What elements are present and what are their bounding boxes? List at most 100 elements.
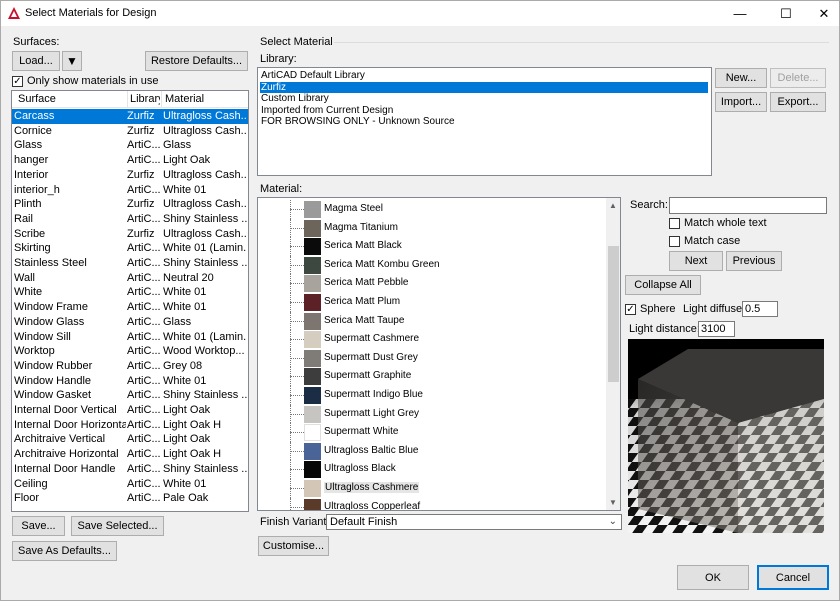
match-whole-text-checkbox[interactable] <box>669 218 680 229</box>
surface-row[interactable]: Interior Zurfiz Ultragloss Cash... <box>12 168 248 183</box>
finish-variant-select[interactable]: Default Finish ⌄ <box>326 514 622 530</box>
material-item[interactable]: Supermatt Light Grey <box>258 404 618 424</box>
surface-library: ArtiC... <box>127 389 161 402</box>
material-item[interactable]: Serica Matt Plum <box>258 293 618 312</box>
next-button[interactable]: Next <box>669 251 723 271</box>
load-dropdown-button[interactable]: ▼ <box>62 51 82 71</box>
surface-row[interactable]: Worktop ArtiC... Wood Worktop... <box>12 344 248 359</box>
save-button[interactable]: Save... <box>12 516 65 536</box>
material-item[interactable]: Supermatt Indigo Blue <box>258 386 618 405</box>
library-item[interactable]: Zurfiz <box>260 81 708 94</box>
surface-row[interactable]: Window Handle ArtiC... White 01 <box>12 374 248 389</box>
surface-row[interactable]: Window Sill ArtiC... White 01 (Lamin... <box>12 330 248 345</box>
sphere-checkbox[interactable]: ✓ <box>625 304 636 315</box>
library-item[interactable]: ArtiCAD Default Library <box>260 70 708 82</box>
surface-row[interactable]: interior_h ArtiC... White 01 <box>12 183 248 198</box>
material-item[interactable]: Serica Matt Taupe <box>258 311 618 331</box>
material-item[interactable]: Magma Steel <box>258 200 618 219</box>
surface-row[interactable]: Window Rubber ArtiC... Grey 08 <box>12 359 248 374</box>
previous-button[interactable]: Previous <box>726 251 782 271</box>
save-selected-button[interactable]: Save Selected... <box>71 516 164 536</box>
surface-name: hanger <box>14 154 49 167</box>
material-item[interactable]: Supermatt White <box>258 423 618 442</box>
surfaces-table[interactable]: Surface Library Material Carcass Zurfiz Ul… <box>11 90 249 512</box>
save-as-defaults-button[interactable]: Save As Defaults... <box>12 541 117 561</box>
delete-library-button[interactable]: Delete... <box>770 68 826 88</box>
surface-name: Skirting <box>14 242 51 255</box>
material-item[interactable]: Supermatt Graphite <box>258 367 618 386</box>
ok-button[interactable]: OK <box>677 565 749 590</box>
customise-button[interactable]: Customise... <box>258 536 329 556</box>
material-swatch <box>304 480 321 497</box>
search-input[interactable] <box>669 197 827 214</box>
material-item[interactable]: Serica Matt Black <box>258 237 618 256</box>
material-item[interactable]: Ultragloss Copperleaf <box>258 497 618 510</box>
library-item[interactable]: FOR BROWSING ONLY - Unknown Source <box>260 116 708 128</box>
surface-row[interactable]: Internal Door Vertical ArtiC... Light Oak <box>12 403 248 418</box>
scroll-up-arrow-icon[interactable]: ▲ <box>609 201 617 210</box>
surface-row[interactable]: Cornice Zurfiz Ultragloss Cash... <box>12 124 248 139</box>
library-item[interactable]: Imported from Current Design <box>260 105 708 117</box>
light-diffuse-input[interactable]: 0.5 <box>742 301 778 317</box>
new-library-button[interactable]: New... <box>715 68 767 88</box>
match-case-checkbox[interactable] <box>669 236 680 247</box>
surface-row[interactable]: Rail ArtiC... Shiny Stainless ... <box>12 212 248 227</box>
surface-row[interactable]: Wall ArtiC... Neutral 20 <box>12 271 248 286</box>
material-item[interactable]: Serica Matt Kombu Green <box>258 255 618 275</box>
column-header-library[interactable]: Library <box>130 93 160 105</box>
surface-row[interactable]: Stainless Steel ArtiC... Shiny Stainless .… <box>12 256 248 271</box>
surface-row[interactable]: Floor ArtiC... Pale Oak <box>12 491 248 506</box>
cancel-button[interactable]: Cancel <box>757 565 829 590</box>
tree-connector-line <box>290 320 304 322</box>
material-item[interactable]: Supermatt Cashmere <box>258 330 618 349</box>
surface-row[interactable]: Internal Door Handle ArtiC... Shiny Stainl… <box>12 462 248 477</box>
surface-material: Shiny Stainless ... <box>163 257 247 269</box>
import-library-button[interactable]: Import... <box>715 92 767 112</box>
surface-row[interactable]: hanger ArtiC... Light Oak <box>12 153 248 168</box>
surface-row[interactable]: Architraive Horizontal ArtiC... Light Oak … <box>12 447 248 462</box>
surface-row[interactable]: Carcass Zurfiz Ultragloss Cash... <box>12 109 248 124</box>
surface-row[interactable]: Ceiling ArtiC... White 01 <box>12 477 248 492</box>
only-in-use-checkbox[interactable]: ✓ <box>12 76 23 87</box>
load-button[interactable]: Load... <box>12 51 60 71</box>
surface-library: Zurfiz <box>127 124 155 137</box>
library-item[interactable]: Custom Library <box>260 93 708 105</box>
surface-row[interactable]: Architraive Vertical ArtiC... Light Oak <box>12 432 248 447</box>
material-item[interactable]: Ultragloss Black <box>258 460 618 479</box>
surface-row[interactable]: Plinth Zurfiz Ultragloss Cash... <box>12 197 248 212</box>
surface-material: Ultragloss Cash... <box>163 168 247 181</box>
column-header-surface[interactable]: Surface <box>18 93 56 105</box>
material-tree[interactable]: Magma Steel Magma Titanium Serica Matt Bla… <box>257 197 621 511</box>
maximize-button[interactable]: ☐ <box>771 1 801 26</box>
surface-name: Architraive Vertical <box>14 433 106 446</box>
surface-row[interactable]: Window Frame ArtiC... White 01 <box>12 300 248 315</box>
light-distance-input[interactable]: 3100 <box>698 321 735 337</box>
surface-row[interactable]: White ArtiC... White 01 <box>12 285 248 300</box>
column-header-material[interactable]: Material <box>165 93 204 105</box>
collapse-all-button[interactable]: Collapse All <box>625 275 701 295</box>
minimize-button[interactable]: — <box>725 1 755 26</box>
surface-row[interactable]: Skirting ArtiC... White 01 (Lamin... <box>12 241 248 256</box>
surface-library: ArtiC... <box>127 477 161 490</box>
material-tree-scrollbar[interactable]: ▲ ▼ <box>606 198 620 510</box>
surface-row[interactable]: Internal Door Horizontal ArtiC... Light Oa… <box>12 418 248 433</box>
surface-row[interactable]: Window Glass ArtiC... Glass <box>12 315 248 330</box>
surface-library: ArtiC... <box>127 154 161 167</box>
restore-defaults-button[interactable]: Restore Defaults... <box>145 51 248 71</box>
material-item[interactable]: Ultragloss Cashmere <box>258 479 618 498</box>
surface-row[interactable]: Scribe Zurfiz Ultragloss Cash... <box>12 227 248 242</box>
scrollbar-thumb[interactable] <box>608 246 619 382</box>
material-item[interactable]: Supermatt Dust Grey <box>258 348 618 368</box>
material-item[interactable]: Ultragloss Baltic Blue <box>258 441 618 461</box>
close-button[interactable]: ✕ <box>809 1 839 26</box>
surface-library: ArtiC... <box>127 433 161 446</box>
material-item[interactable]: Magma Titanium <box>258 218 618 238</box>
scroll-down-arrow-icon[interactable]: ▼ <box>609 498 617 507</box>
surface-row[interactable]: Window Gasket ArtiC... Shiny Stainless ... <box>12 388 248 403</box>
surface-row[interactable]: Glass ArtiC... Glass <box>12 138 248 153</box>
material-name: Ultragloss Black <box>324 463 396 475</box>
library-list[interactable]: ArtiCAD Default Library Zurfiz Custom Libr… <box>257 67 712 176</box>
export-library-button[interactable]: Export... <box>770 92 826 112</box>
material-swatch <box>304 238 321 256</box>
material-item[interactable]: Serica Matt Pebble <box>258 274 618 293</box>
